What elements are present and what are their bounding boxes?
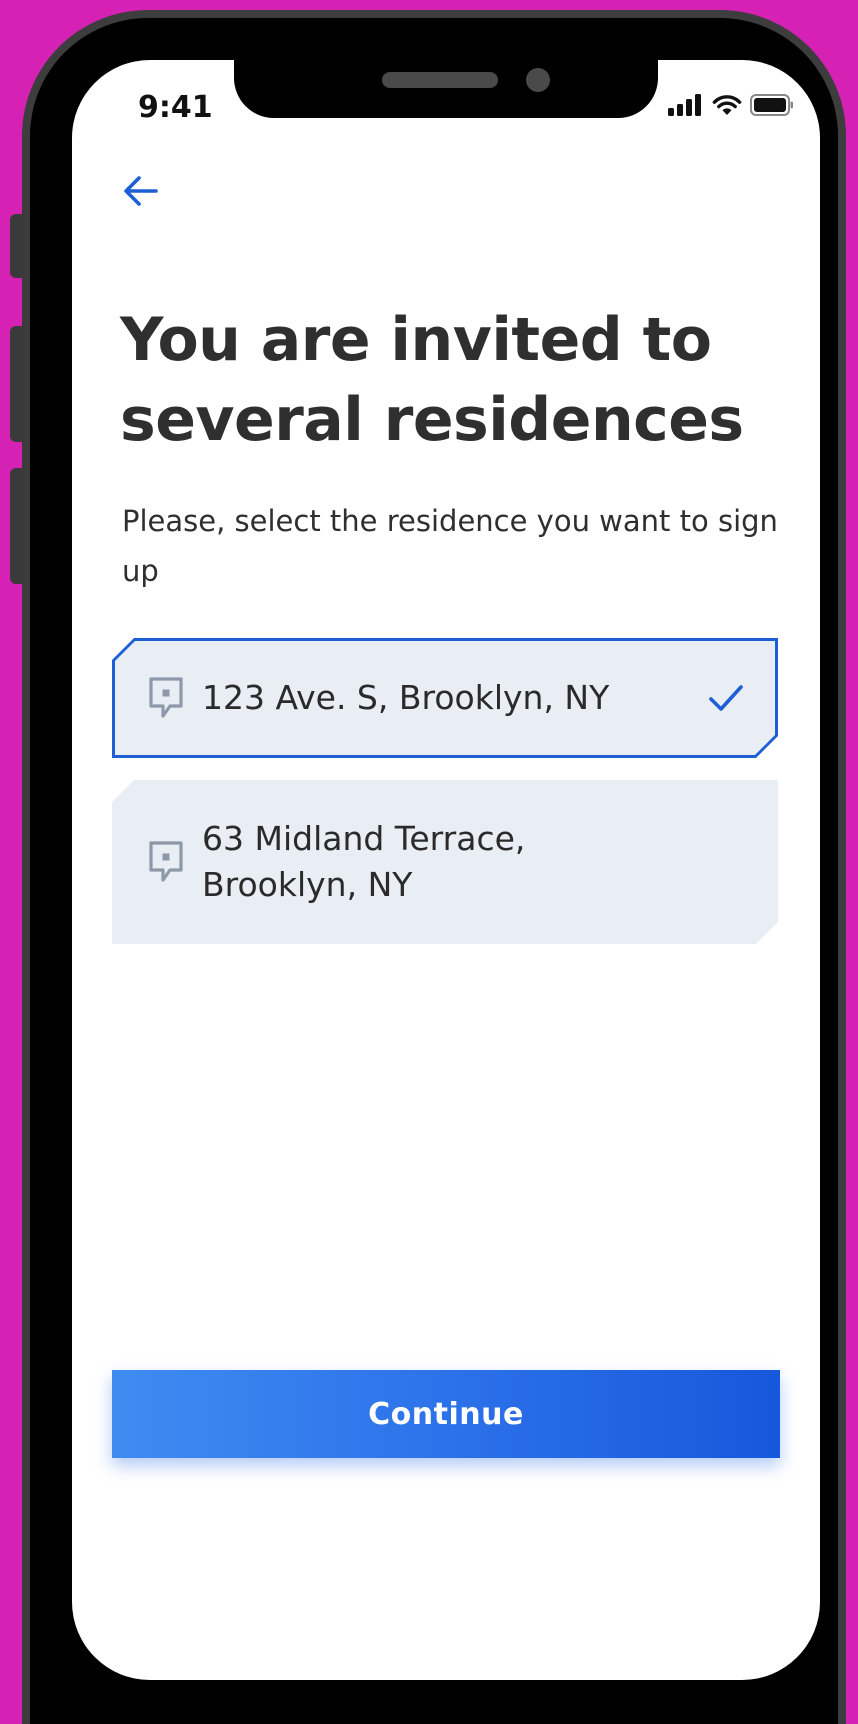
checkmark-icon bbox=[708, 682, 744, 714]
phone-screen: 9:41 You are invited to several residenc… bbox=[72, 60, 820, 1680]
phone-volume-down-button bbox=[10, 468, 24, 584]
location-pin-icon bbox=[146, 840, 186, 884]
location-pin-icon bbox=[146, 676, 186, 720]
residence-address: 123 Ave. S, Brooklyn, NY bbox=[202, 678, 610, 717]
arrow-left-icon bbox=[124, 176, 158, 206]
speaker-grille bbox=[382, 72, 498, 88]
battery-icon bbox=[750, 94, 793, 116]
status-icons bbox=[668, 94, 794, 116]
continue-button[interactable]: Continue bbox=[112, 1370, 780, 1458]
cellular-signal-icon bbox=[668, 94, 701, 116]
front-camera bbox=[526, 68, 550, 92]
page-title: You are invited to several residences bbox=[120, 305, 744, 455]
wifi-icon bbox=[712, 95, 742, 115]
back-button[interactable] bbox=[116, 166, 166, 216]
notch bbox=[234, 60, 658, 118]
residence-option-selected[interactable]: 123 Ave. S, Brooklyn, NY bbox=[112, 638, 778, 758]
page-subtitle: Please, select the residence you want to… bbox=[122, 504, 778, 588]
phone-silent-switch bbox=[10, 214, 24, 278]
status-time: 9:41 bbox=[138, 90, 213, 125]
residence-option[interactable]: 63 Midland Terrace, Brooklyn, NY bbox=[112, 780, 778, 944]
residence-address: 63 Midland Terrace, Brooklyn, NY bbox=[202, 819, 526, 904]
phone-volume-up-button bbox=[10, 326, 24, 442]
